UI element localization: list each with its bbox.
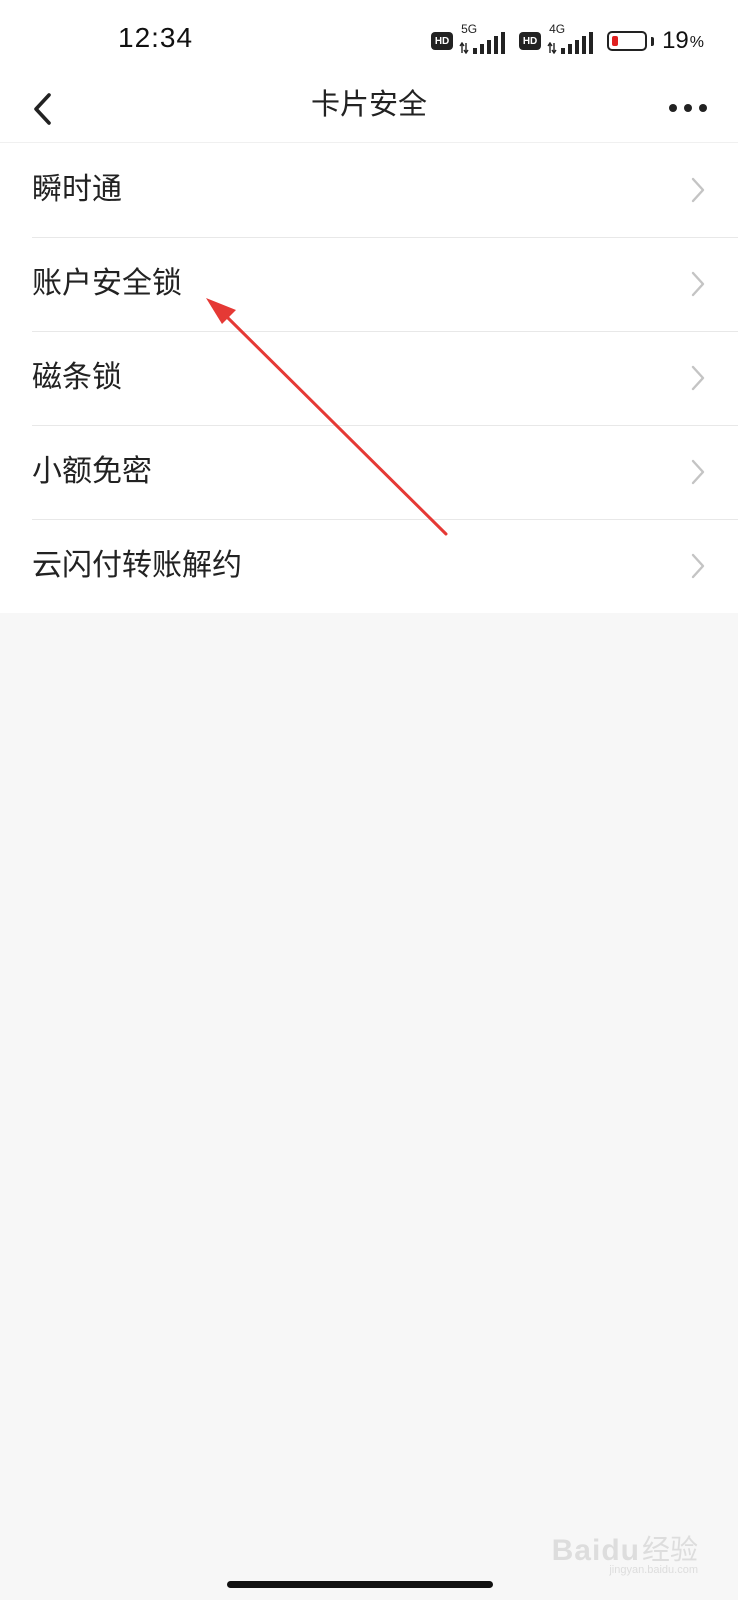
menu-list: 瞬时通 账户安全锁 磁条锁 小额免密 云闪付转账解约 [0,143,738,613]
hd-badge-2: HD [519,32,542,50]
menu-item-label: 小额免密 [32,454,152,489]
menu-item-small-pay-no-pin[interactable]: 小额免密 [0,425,738,519]
status-indicators: HD 5G HD 4G 19 % [431,22,704,58]
status-time: 12:34 [118,22,194,53]
data-arrows-icon-2 [547,42,557,54]
nav-bar: 卡片安全 [0,78,738,143]
chevron-right-icon [691,459,705,485]
signal-strength-icon [473,32,506,54]
home-indicator[interactable] [227,1581,493,1588]
battery-percent: 19 [662,27,689,54]
watermark-product: 经验 [641,1533,698,1566]
more-dots-icon [669,104,707,112]
battery-icon [607,31,648,51]
menu-item-magstripe-lock[interactable]: 磁条锁 [0,331,738,425]
chevron-right-icon [691,177,705,203]
menu-item-instant-notify[interactable]: 瞬时通 [0,143,738,237]
hd-badge: HD [431,32,454,50]
menu-item-label: 云闪付转账解约 [32,548,242,583]
signal-strength-icon-2 [561,32,594,54]
menu-item-account-lock[interactable]: 账户安全锁 [0,237,738,331]
data-arrows-icon [459,42,469,54]
menu-item-quickpass-transfer-cancel[interactable]: 云闪付转账解约 [0,519,738,613]
watermark-brand-suffix: du [601,1534,640,1567]
battery-percent-sign: % [689,34,704,51]
network-4g-indicator: 4G [547,22,595,56]
watermark-brand: Bai [551,1534,602,1567]
page-title: 卡片安全 [310,87,427,121]
status-bar: 12:34 HD 5G HD 4G 19 % [0,0,738,78]
chevron-right-icon [691,365,705,391]
chevron-right-icon [691,271,705,297]
network-5g-indicator: 5G [459,22,507,56]
more-button[interactable] [664,88,712,128]
menu-item-label: 账户安全锁 [32,266,182,301]
watermark-url: jingyan.baidu.com [609,1564,698,1576]
menu-item-label: 磁条锁 [32,360,122,395]
menu-item-label: 瞬时通 [32,172,122,207]
battery-level-fill [612,36,619,46]
chevron-right-icon [691,553,705,579]
baidu-watermark: Bai du 经验 jingyan.baidu.com [551,1528,698,1576]
battery-tip [651,36,655,46]
